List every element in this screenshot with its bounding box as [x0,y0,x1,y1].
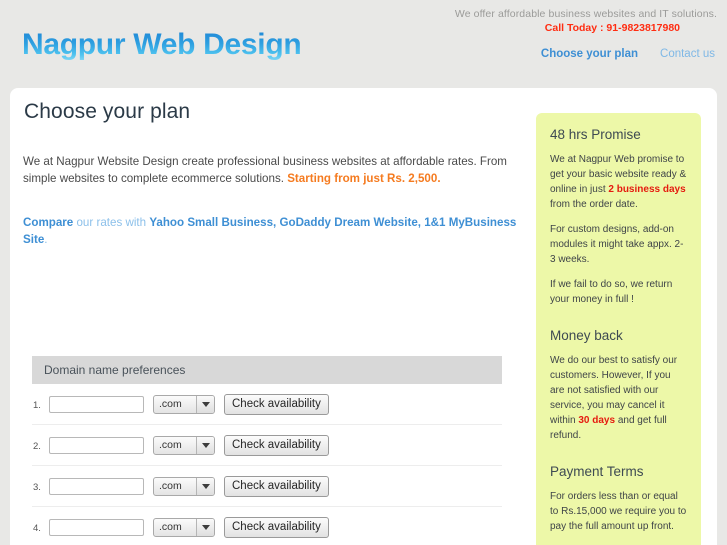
check-availability-button[interactable]: Check availability [224,434,329,456]
check-availability-button[interactable]: Check availability [224,475,329,497]
sidebar-heading-payment-terms: Payment Terms [550,464,644,479]
chevron-down-icon[interactable] [196,436,214,454]
tld-select-value: .com [159,439,182,451]
content-sheet: Choose your plan We at Nagpur Website De… [10,88,717,545]
table-row: 2. .com Check availability [32,425,502,466]
row-number: 4. [33,523,41,534]
highlight: 2 business days [608,184,686,195]
table-row: 3. .com Check availability [32,466,502,507]
compare-middle-text: our rates with [73,216,150,229]
sidebar-paragraph: We do our best to satisfy our customers.… [550,353,687,443]
compare-period: . [44,233,48,246]
domain-name-input[interactable] [49,518,144,536]
site-logo[interactable]: Nagpur Web Design [22,28,302,62]
sidebar-paragraph: If we fail to do so, we return your mone… [550,277,687,307]
tld-select-value: .com [159,521,182,533]
domain-name-input[interactable] [49,436,144,454]
nav-item-contact-us[interactable]: Contact us [660,48,715,60]
domain-name-input[interactable] [49,395,144,413]
table-row: 1. .com Check availability [32,384,502,425]
tld-select[interactable]: .com [153,476,215,496]
compare-line: Compare our rates with Yahoo Small Busin… [23,214,523,248]
compare-link[interactable]: Compare [23,216,73,229]
text: from the order date. [550,199,638,210]
chevron-down-icon[interactable] [196,518,214,536]
page-title: Choose your plan [24,100,191,123]
text: For custom designs, add-on modules it mi… [550,224,684,265]
site-header: We offer affordable business websites an… [0,0,727,88]
page-root: We offer affordable business websites an… [0,0,727,545]
sidebar-heading-48hrs: 48 hrs Promise [550,127,641,142]
tld-select[interactable]: .com [153,517,215,537]
chevron-down-icon[interactable] [196,395,214,413]
domain-section-header: Domain name preferences [32,356,502,384]
tld-select-value: .com [159,398,182,410]
row-number: 3. [33,482,41,493]
top-navigation: Choose your plan Contact us [541,48,715,60]
table-row: 4. .com Check availability [32,507,502,545]
check-availability-button[interactable]: Check availability [224,516,329,538]
text: For orders less than or equal to Rs.15,0… [550,491,687,532]
chevron-down-icon[interactable] [196,477,214,495]
sidebar-paragraph: For orders less than or equal to Rs.15,0… [550,489,687,534]
tld-select[interactable]: .com [153,394,215,414]
nav-item-choose-your-plan[interactable]: Choose your plan [541,48,638,60]
promo-sidebar: 48 hrs Promise We at Nagpur Web promise … [536,113,701,545]
domain-name-input[interactable] [49,477,144,495]
row-number: 2. [33,441,41,452]
main-column: Choose your plan We at Nagpur Website De… [23,100,523,248]
highlight: 30 days [578,415,616,426]
tld-select-value: .com [159,480,182,492]
header-tagline: We offer affordable business websites an… [454,8,717,20]
sidebar-heading-money-back: Money back [550,328,623,343]
check-availability-button[interactable]: Check availability [224,393,329,415]
domain-preferences-block: Domain name preferences 1. .com Check av… [32,356,502,545]
intro-price-highlight: Starting from just Rs. 2,500. [287,172,441,185]
row-number: 1. [33,400,41,411]
intro-paragraph: We at Nagpur Website Design create profe… [23,153,521,187]
sidebar-paragraph: For custom designs, add-on modules it mi… [550,222,687,267]
header-call-today: Call Today : 91-9823817980 [544,22,680,34]
tld-select[interactable]: .com [153,435,215,455]
text: If we fail to do so, we return your mone… [550,279,673,305]
sidebar-paragraph: We at Nagpur Web promise to get your bas… [550,152,687,212]
